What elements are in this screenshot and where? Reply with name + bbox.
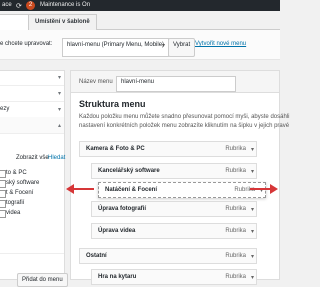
menu-structure-description: Každou položku menu můžete snadno přesun… [79,114,290,120]
arrow-right-icon [250,184,278,194]
menu-item-type: Rubrika [225,146,246,152]
menu-item-title: Hra na kytaru [98,274,137,280]
menu-item[interactable]: Kancelářský software Rubrika ▾ [91,163,257,179]
category-label: ský software [6,180,40,186]
updates-icon[interactable]: ⟳ [16,2,22,10]
menu-item-title: Kamera & Foto & PC [86,146,145,152]
menu-structure-description: nastavení konkrétních položek menu zobra… [79,123,290,129]
menu-item-title: Úprava fotografií [98,206,147,212]
page-title: Struktura menu [79,99,146,109]
menu-item[interactable]: Úprava videa Rubrika ▾ [91,223,257,239]
menu-item-type: Rubrika [225,253,246,259]
chevron-down-icon: ▾ [57,91,61,97]
menu-name-label: Název menu [79,79,113,85]
menu-item[interactable]: Hra na kytaru Rubrika ▾ [91,269,257,285]
tab-show-all[interactable]: Zobrazit vše [16,155,49,161]
menu-item-title: Ostatní [86,253,107,259]
chevron-down-icon: ▾ [57,75,61,81]
add-menu-items-panel: ▾ ▾ ezy ▾ ▴ Zobrazit vše Hledat to & PC … [0,70,65,280]
tab-search[interactable]: Hledat [48,155,65,161]
accordion-section-categories[interactable]: ▴ [0,117,64,134]
divider [0,253,64,254]
chevron-down-icon[interactable]: ▾ [251,253,254,260]
category-label: t & Focení [6,190,34,196]
menu-item-type: Rubrika [225,206,246,212]
menu-name-input[interactable]: hlavní-menu [116,76,236,92]
chevron-down-icon: ▾ [161,43,165,49]
admin-bar-site-text[interactable]: ace [2,2,12,8]
accordion-section-posts[interactable]: ▾ [0,85,64,102]
menu-select-row: e chcete upravovat: hlavní-menu (Primary… [0,30,280,60]
admin-bar: ace ⟳ 2 Maintenance is On [0,0,280,11]
menu-item-type: Rubrika [225,228,246,234]
menu-item-title: Úprava videa [98,228,136,234]
menu-item-dragging[interactable]: Natáčení & Focení Rubrika ▾ [98,182,266,198]
chevron-up-icon: ▴ [57,123,61,129]
add-to-menu-button[interactable]: Přidat do menu [17,273,68,287]
chevron-down-icon[interactable]: ▾ [251,146,254,153]
accordion-section-links[interactable]: ezy ▾ [0,101,64,118]
menu-select-dropdown[interactable]: hlavní-menu (Primary Menu, Mobile) ▾ [62,38,169,57]
arrow-left-icon [66,184,94,194]
menu-item-title: Natáčení & Focení [105,187,158,193]
chevron-down-icon: ▾ [57,107,61,113]
menu-item-title: Kancelářský software [98,168,160,174]
category-label: to & PC [6,170,27,176]
menu-item[interactable]: Kamera & Foto & PC Rubrika ▾ [79,141,257,157]
accordion-label: ezy [0,106,10,112]
menu-item-type: Rubrika [225,274,246,280]
menu-name-value: hlavní-menu [121,79,155,85]
category-label: tografií [6,200,25,206]
accordion-section-pages[interactable]: ▾ [0,71,64,86]
menu-select-value: hlavní-menu (Primary Menu, Mobile) [67,42,165,48]
menu-item-type: Rubrika [225,168,246,174]
maintenance-status[interactable]: Maintenance is On [40,2,90,8]
updates-count-badge[interactable]: 2 [26,1,35,10]
select-menu-button[interactable]: Vybrat [168,38,196,57]
menu-structure-panel: Název menu hlavní-menu Struktura menu Ka… [70,70,289,285]
chevron-down-icon[interactable]: ▾ [251,206,254,213]
menu-select-label: e chcete upravovat: [0,41,53,47]
menu-item[interactable]: Úprava fotografií Rubrika ▾ [91,201,257,217]
category-label: videa [6,210,21,216]
menu-item[interactable]: Ostatní Rubrika ▾ [79,248,257,264]
menu-tabs: Umístění v šabloně [0,11,280,36]
chevron-down-icon[interactable]: ▾ [251,168,254,175]
category-checklist: to & PC ský software t & Focení tografií… [0,163,64,223]
chevron-down-icon[interactable]: ▾ [251,228,254,235]
create-new-menu-link[interactable]: Vytvořit nové menu [195,41,246,47]
